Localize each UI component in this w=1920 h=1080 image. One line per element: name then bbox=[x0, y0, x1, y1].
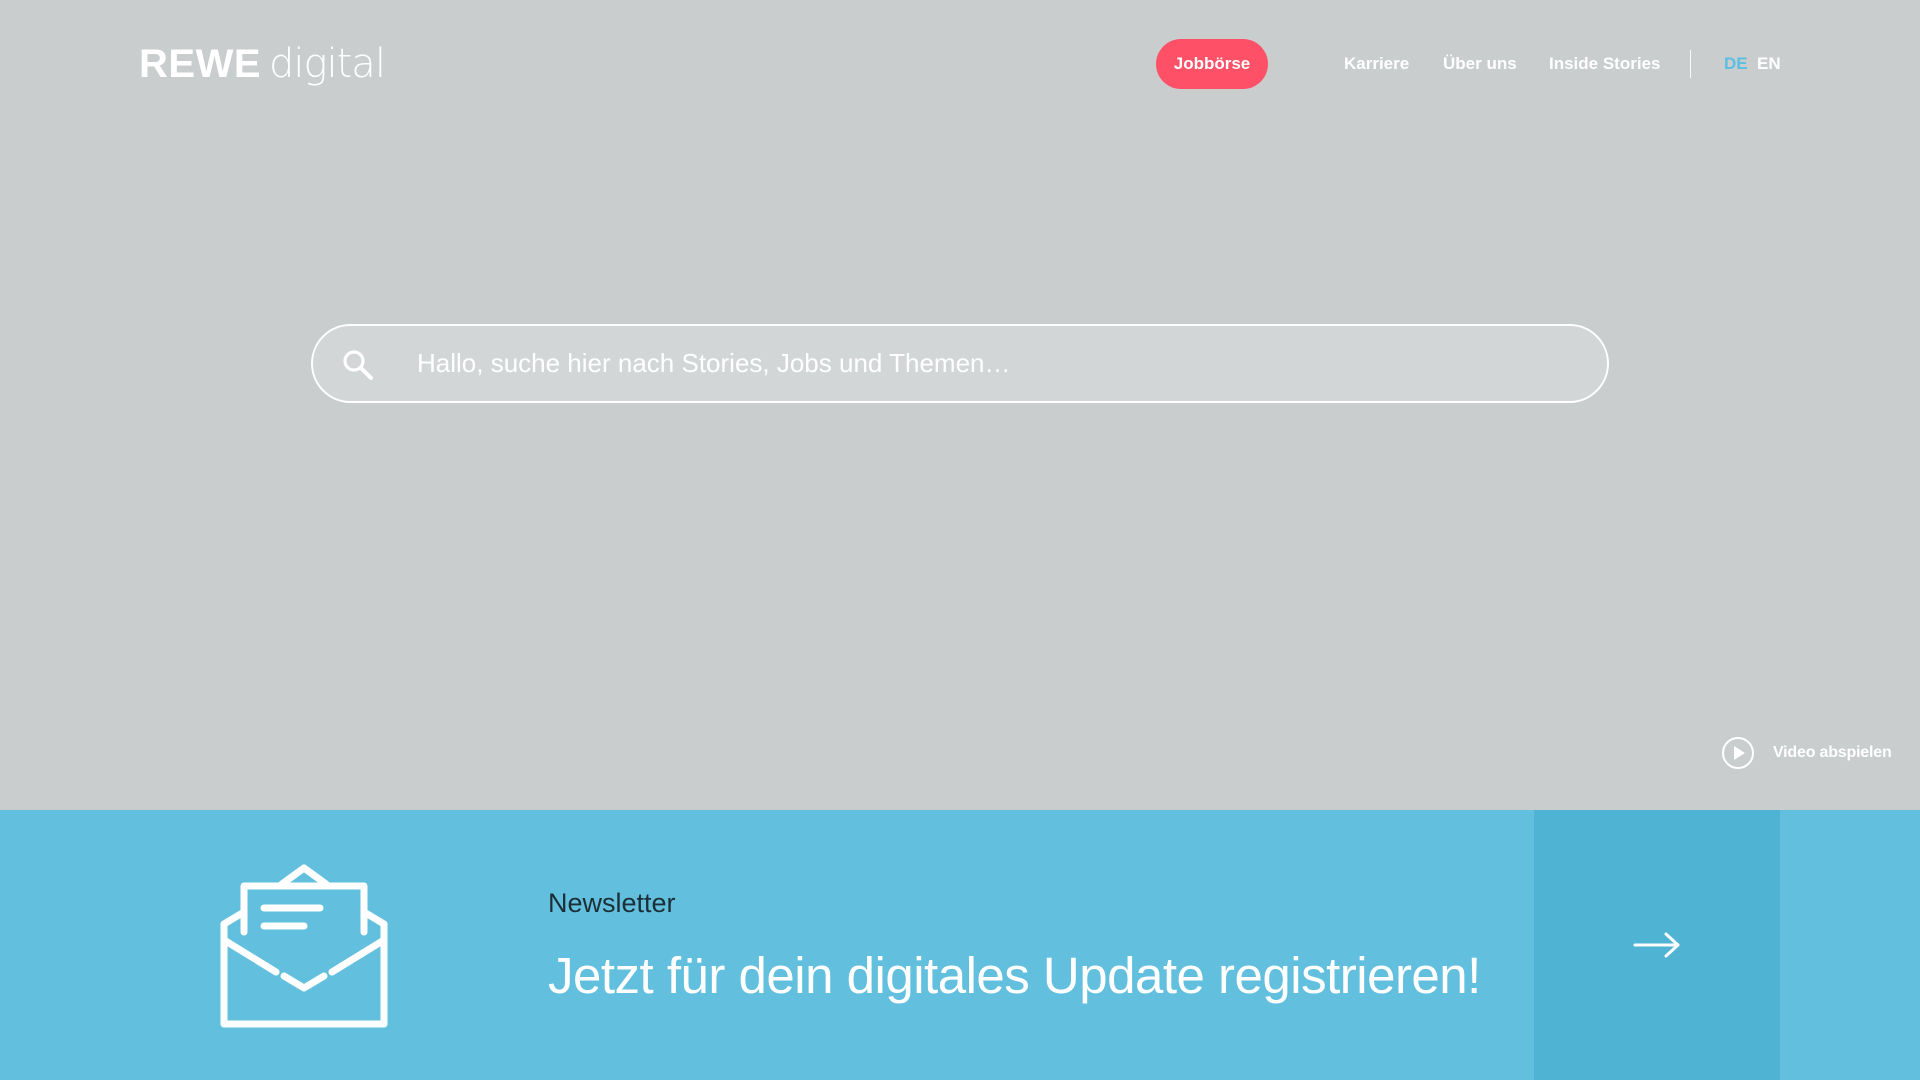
video-play-button[interactable]: Video abspielen bbox=[1721, 736, 1892, 770]
logo-brand: REWE bbox=[139, 42, 261, 86]
nav-inside-stories[interactable]: Inside Stories bbox=[1549, 52, 1660, 76]
search-input[interactable] bbox=[415, 326, 1565, 401]
logo-sub: digital bbox=[269, 41, 386, 87]
nav-karriere[interactable]: Karriere bbox=[1344, 52, 1409, 76]
rewe-digital-logo[interactable]: REWE digital bbox=[139, 41, 386, 90]
arrow-right-icon bbox=[1633, 932, 1680, 958]
open-envelope-icon bbox=[220, 864, 388, 1028]
search-icon[interactable] bbox=[341, 348, 375, 382]
newsletter-kicker: Newsletter bbox=[548, 888, 676, 918]
language-en[interactable]: EN bbox=[1757, 52, 1781, 76]
newsletter-headline[interactable]: Jetzt für dein digitales Update registri… bbox=[548, 944, 1481, 1008]
language-de[interactable]: DE bbox=[1724, 52, 1748, 76]
video-play-label: Video abspielen bbox=[1773, 744, 1892, 761]
nav-divider bbox=[1690, 50, 1691, 78]
jobboerse-button[interactable]: Jobbörse bbox=[1156, 39, 1268, 89]
search-box[interactable] bbox=[311, 324, 1609, 403]
nav-ueber-uns[interactable]: Über uns bbox=[1443, 52, 1517, 76]
newsletter-arrow-button[interactable] bbox=[1534, 810, 1780, 1080]
page: REWE digital Jobbörse Karriere Über uns … bbox=[0, 0, 1920, 1080]
play-circle-icon bbox=[1722, 737, 1754, 769]
